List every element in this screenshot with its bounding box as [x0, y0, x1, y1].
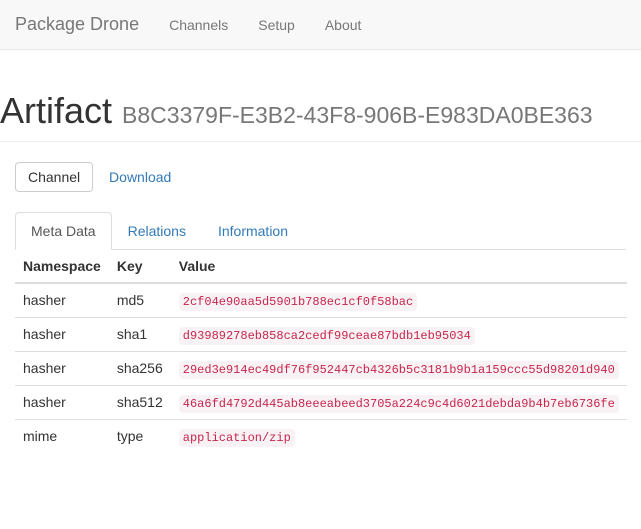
table-row: mimetype application/zip: [15, 420, 627, 454]
cell-key: sha1: [109, 318, 171, 352]
metadata-table: Namespace Key Value hashermd52cf04e90aa5…: [15, 250, 627, 453]
navbar: Package Drone Channels Setup About: [0, 0, 641, 50]
table-row: hashersha256 29ed3e914ec49df76f952447cb43…: [15, 352, 627, 386]
cell-value: 46a6fd4792d445ab8eeeabeed3705a224c9c4d60…: [171, 386, 627, 420]
cell-key: sha256: [109, 352, 171, 386]
value-code: application/zip: [179, 429, 295, 447]
table-row: hashersha1 d93989278eb858ca2cedf99ceae87b…: [15, 318, 627, 352]
col-key: Key: [109, 250, 171, 283]
col-namespace: Namespace: [15, 250, 109, 283]
cell-value: d93989278eb858ca2cedf99ceae87bdb1eb95034: [171, 318, 627, 352]
download-link[interactable]: Download: [97, 163, 183, 191]
cell-key: type: [109, 420, 171, 454]
cell-value: application/zip: [171, 420, 627, 454]
cell-namespace: hasher: [15, 386, 109, 420]
action-buttons: Channel Download: [15, 162, 626, 192]
artifact-id: B8C3379F-E3B2-43F8-906B-E983DA0BE363: [122, 102, 593, 128]
col-value: Value: [171, 250, 627, 283]
tab-information[interactable]: Information: [202, 212, 304, 250]
tab-meta-data[interactable]: Meta Data: [15, 212, 112, 250]
cell-namespace: hasher: [15, 318, 109, 352]
table-row: hashersha512 46a6fd4792d445ab8eeeabeed370…: [15, 386, 627, 420]
channel-button[interactable]: Channel: [15, 162, 93, 192]
value-code: 29ed3e914ec49df76f952447cb4326b5c3181b9b…: [179, 361, 619, 379]
tabs: Meta Data Relations Information: [15, 212, 626, 250]
cell-namespace: mime: [15, 420, 109, 454]
tab-relations[interactable]: Relations: [112, 212, 202, 250]
nav-setup[interactable]: Setup: [243, 2, 310, 48]
value-code: 2cf04e90aa5d5901b788ec1cf0f58bac: [179, 293, 417, 311]
cell-namespace: hasher: [15, 283, 109, 318]
cell-key: sha512: [109, 386, 171, 420]
table-row: hashermd5 2cf04e90aa5d5901b788ec1cf0f58ba…: [15, 283, 627, 318]
navbar-brand[interactable]: Package Drone: [15, 0, 154, 50]
value-code: d93989278eb858ca2cedf99ceae87bdb1eb95034: [179, 327, 475, 345]
title-text: Artifact: [0, 90, 112, 131]
nav-about[interactable]: About: [310, 2, 377, 48]
cell-value: 2cf04e90aa5d5901b788ec1cf0f58bac: [171, 283, 627, 318]
cell-value: 29ed3e914ec49df76f952447cb4326b5c3181b9b…: [171, 352, 627, 386]
value-code: 46a6fd4792d445ab8eeeabeed3705a224c9c4d60…: [179, 395, 619, 413]
page-title: Artifact B8C3379F-E3B2-43F8-906B-E983DA0…: [0, 90, 641, 132]
nav-channels[interactable]: Channels: [154, 2, 243, 48]
cell-namespace: hasher: [15, 352, 109, 386]
cell-key: md5: [109, 283, 171, 318]
